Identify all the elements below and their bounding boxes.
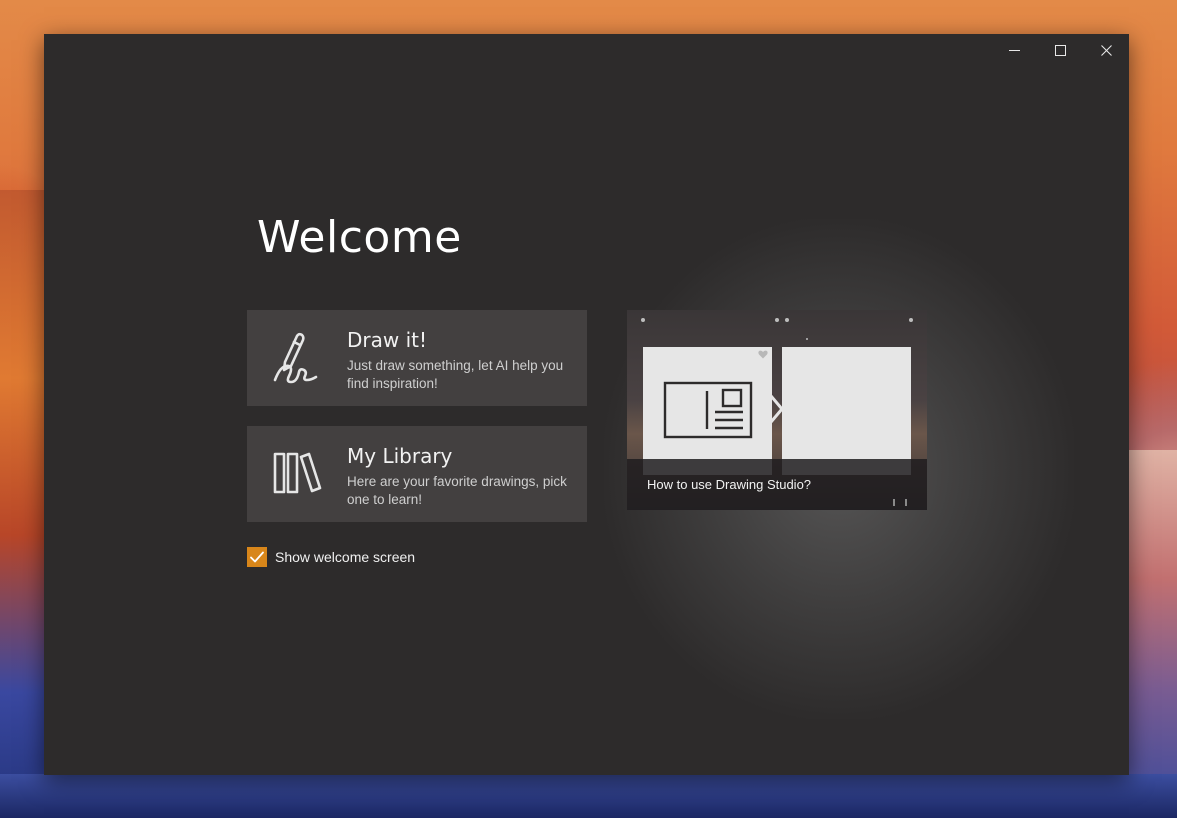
tutorial-video-card[interactable]: How to use Drawing Studio? [627,310,927,510]
maximize-button[interactable] [1037,34,1083,66]
corner-dot [909,318,913,322]
corner-dot [806,338,808,340]
tutorial-caption: How to use Drawing Studio? [647,477,812,492]
library-books-icon [273,452,322,494]
checkmark-icon [250,551,264,563]
my-library-tile[interactable]: My Library Here are your favorite drawin… [247,426,587,522]
postcard-icon [663,381,753,439]
caption-dot [905,499,907,506]
caption-dot [893,499,895,506]
caption-buttons [991,34,1129,66]
minimize-icon [1008,49,1020,51]
page-title: Welcome [257,212,462,263]
app-window: Welcome Draw it! Just draw something, le… [44,34,1129,775]
close-button[interactable] [1083,34,1129,66]
tutorial-caption-bar: How to use Drawing Studio? [627,459,927,510]
corner-dot [785,318,789,322]
minimize-button[interactable] [991,34,1037,66]
heart-icon [758,350,768,359]
preview-frame [782,347,911,475]
show-welcome-checkbox[interactable] [247,547,267,567]
show-welcome-label: Show welcome screen [275,549,416,565]
my-library-description: Here are your favorite drawings, pick on… [347,474,567,507]
maximize-icon [1054,44,1066,56]
postcard-frame [643,347,772,475]
close-icon [1100,44,1112,56]
corner-dot [641,318,645,322]
corner-dot [775,318,779,322]
wallpaper-bottom [0,774,1177,818]
my-library-title: My Library [347,444,453,468]
draw-it-description: Just draw something, let AI help you fin… [347,358,564,391]
show-welcome-checkbox-row[interactable]: Show welcome screen [247,547,415,567]
pen-scribble-icon [273,332,318,384]
draw-it-title: Draw it! [347,328,428,352]
draw-it-tile[interactable]: Draw it! Just draw something, let AI hel… [247,310,587,406]
